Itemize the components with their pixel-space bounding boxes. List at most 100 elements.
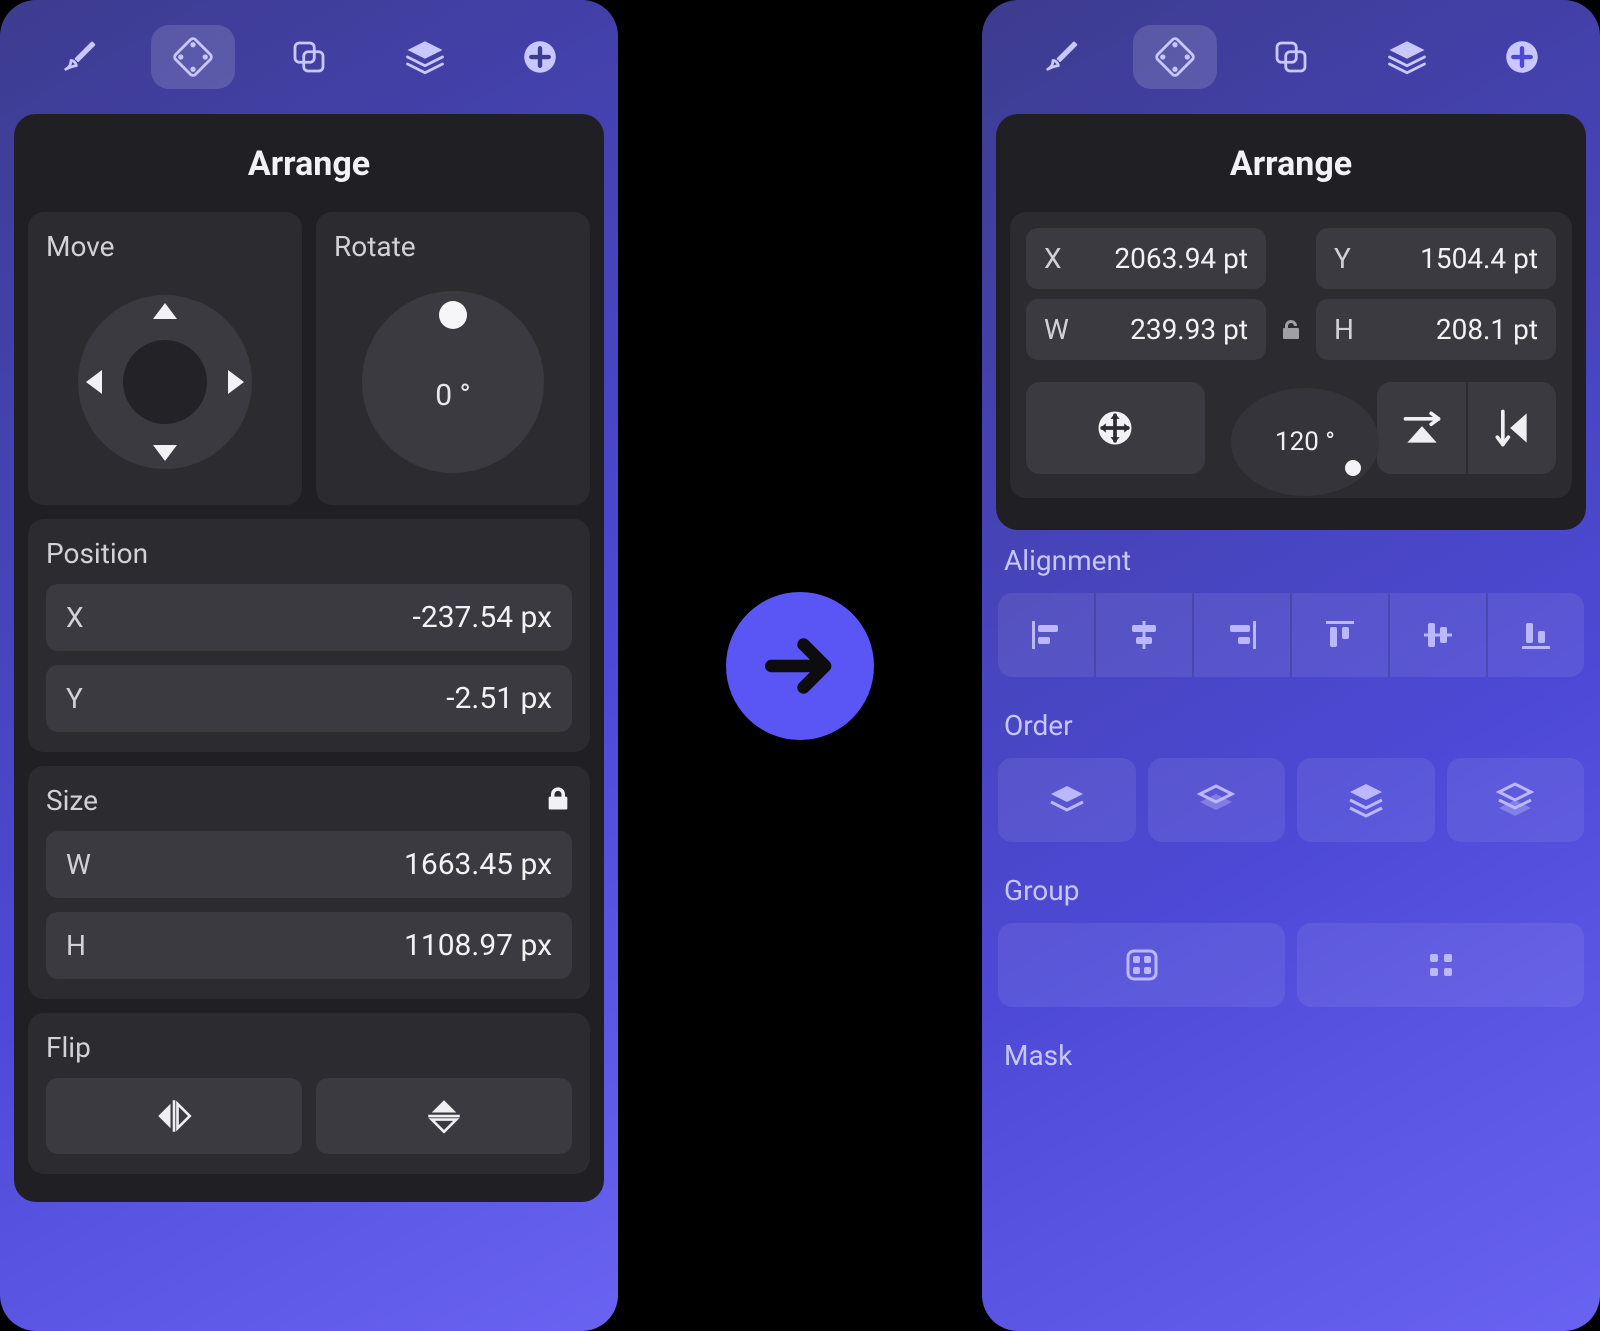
group-button[interactable]: [998, 923, 1285, 1007]
ungroup-icon: [1421, 945, 1461, 985]
mask-section: Mask: [998, 1039, 1584, 1088]
alignment-label: Alignment: [1004, 544, 1578, 577]
tab-layers[interactable]: [1365, 25, 1449, 89]
bring-to-front-button[interactable]: [998, 758, 1136, 842]
rotate-label: Rotate: [334, 230, 572, 263]
brush-icon: [1039, 36, 1081, 78]
align-vcenter-button[interactable]: [1390, 593, 1488, 677]
rotate-value: 0 °: [348, 378, 558, 413]
brush-icon: [57, 36, 99, 78]
flip-tool-group: [1377, 382, 1556, 474]
tab-arrange[interactable]: [151, 25, 235, 89]
bring-forward-icon: [1196, 780, 1236, 820]
chevron-down-icon[interactable]: [153, 445, 177, 461]
align-vcenter-icon: [1418, 615, 1458, 655]
align-hcenter-button[interactable]: [1096, 593, 1194, 677]
chevron-up-icon[interactable]: [153, 303, 177, 319]
flip-vertical-icon: [1490, 406, 1534, 450]
tab-combine[interactable]: [1249, 25, 1333, 89]
move-icon: [1093, 406, 1137, 450]
align-top-icon: [1320, 615, 1360, 655]
position-x-label: X: [66, 601, 102, 634]
unlock-icon: [1279, 318, 1303, 342]
flip-vertical-button[interactable]: [316, 1078, 572, 1154]
top-toolbar: [996, 14, 1586, 100]
position-x-value: 2063.94 pt: [1088, 242, 1248, 275]
position-x-field[interactable]: X 2063.94 pt: [1026, 228, 1266, 289]
lock-icon[interactable]: [544, 785, 572, 817]
position-y-value: -2.51 px: [118, 681, 552, 716]
flip-vertical-button[interactable]: [1466, 382, 1556, 474]
flip-horizontal-icon: [153, 1095, 195, 1137]
order-label: Order: [1004, 709, 1578, 742]
panel-title: Arrange: [14, 114, 604, 212]
chevron-right-icon[interactable]: [228, 370, 244, 394]
position-y-label: Y: [1334, 242, 1364, 275]
align-bottom-button[interactable]: [1488, 593, 1584, 677]
tab-style[interactable]: [1018, 25, 1102, 89]
align-top-button[interactable]: [1292, 593, 1390, 677]
add-icon: [519, 36, 561, 78]
send-to-back-button[interactable]: [1447, 758, 1585, 842]
size-h-field[interactable]: H 1108.97 px: [46, 912, 572, 979]
chevron-left-icon[interactable]: [86, 370, 102, 394]
move-tool-button[interactable]: [1026, 382, 1205, 474]
position-y-field[interactable]: Y 1504.4 pt: [1316, 228, 1556, 289]
layers-icon: [404, 36, 446, 78]
size-w-label: W: [1044, 313, 1074, 346]
arrange-panel-before: Arrange Move: [0, 0, 618, 1331]
dial-handle-icon[interactable]: [1345, 460, 1361, 476]
size-h-value: 1108.97 px: [118, 928, 552, 963]
tab-arrange[interactable]: [1133, 25, 1217, 89]
size-w-value: 1663.45 px: [118, 847, 552, 882]
flip-section: Flip: [28, 1013, 590, 1174]
arrow-right-icon: [757, 623, 843, 709]
send-backward-button[interactable]: [1297, 758, 1435, 842]
size-w-label: W: [66, 848, 102, 881]
align-left-icon: [1026, 615, 1066, 655]
size-h-field[interactable]: H 208.1 pt: [1316, 299, 1556, 360]
tab-add[interactable]: [498, 25, 582, 89]
group-label: Group: [1004, 874, 1578, 907]
ungroup-button[interactable]: [1297, 923, 1584, 1007]
panel-title: Arrange: [996, 114, 1586, 212]
order-section: Order: [998, 709, 1584, 842]
size-h-value: 208.1 pt: [1378, 313, 1538, 346]
tab-add[interactable]: [1480, 25, 1564, 89]
add-icon: [1501, 36, 1543, 78]
flip-label: Flip: [46, 1031, 572, 1064]
flip-horizontal-button[interactable]: [46, 1078, 302, 1154]
tab-combine[interactable]: [267, 25, 351, 89]
flip-horizontal-button[interactable]: [1377, 382, 1465, 474]
size-lock-toggle[interactable]: [1274, 318, 1308, 342]
move-label: Move: [46, 230, 284, 263]
group-section: Group: [998, 874, 1584, 1007]
arrange-card: Arrange Move: [14, 114, 604, 1202]
size-section: Size W 1663.45 px H 1108.97 px: [28, 766, 590, 999]
align-bottom-icon: [1516, 615, 1556, 655]
flip-vertical-icon: [423, 1095, 465, 1137]
mask-label: Mask: [1004, 1039, 1578, 1072]
top-toolbar: [14, 14, 604, 100]
rotate-dial[interactable]: 0 °: [348, 277, 558, 487]
group-icon: [1122, 945, 1162, 985]
combine-icon: [1270, 36, 1312, 78]
size-h-label: H: [66, 929, 102, 962]
tab-style[interactable]: [36, 25, 120, 89]
tab-layers[interactable]: [383, 25, 467, 89]
bring-forward-button[interactable]: [1148, 758, 1286, 842]
dial-handle-icon[interactable]: [439, 301, 467, 329]
move-section: Move: [28, 212, 302, 505]
rotate-dial[interactable]: 120 °: [1231, 388, 1380, 496]
alignment-section: Alignment: [998, 544, 1584, 677]
size-w-field[interactable]: W 1663.45 px: [46, 831, 572, 898]
move-dpad[interactable]: [60, 277, 270, 487]
position-x-field[interactable]: X -237.54 px: [46, 584, 572, 651]
transition-arrow: [726, 592, 874, 740]
position-y-field[interactable]: Y -2.51 px: [46, 665, 572, 732]
arrange-panel-after: Arrange X 2063.94 pt Y 1504.4 pt: [982, 0, 1600, 1331]
align-left-button[interactable]: [998, 593, 1096, 677]
size-w-field[interactable]: W 239.93 pt: [1026, 299, 1266, 360]
align-hcenter-icon: [1124, 615, 1164, 655]
align-right-button[interactable]: [1194, 593, 1292, 677]
